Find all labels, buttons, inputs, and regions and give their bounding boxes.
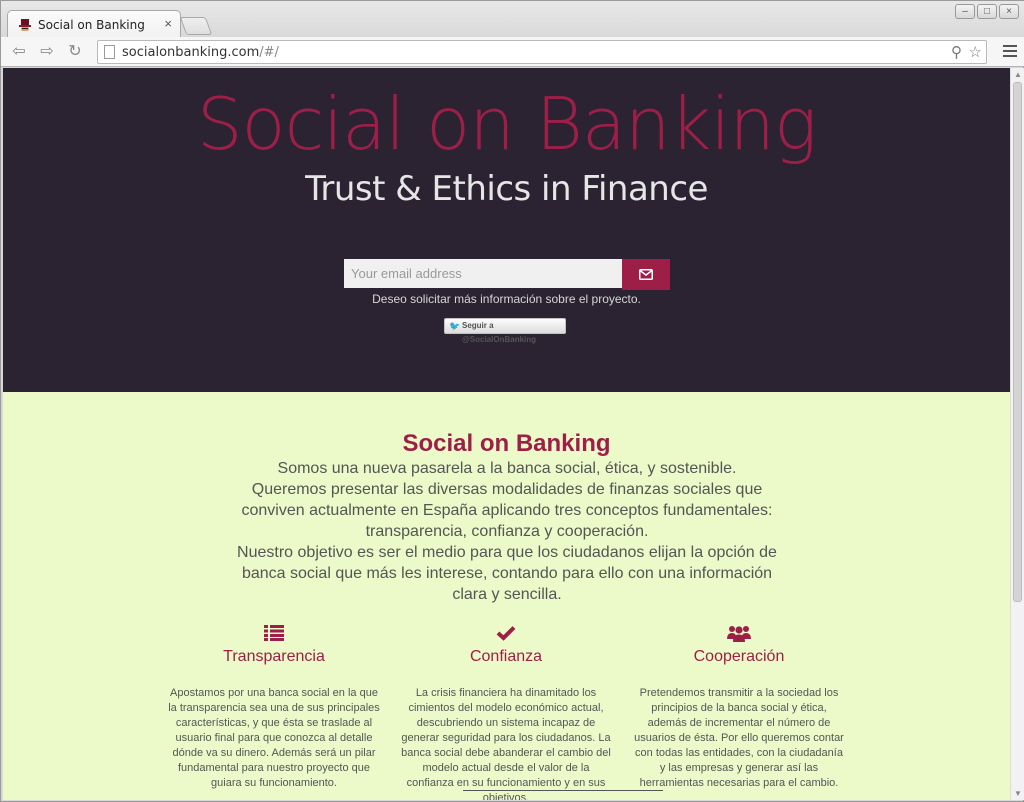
check-icon — [496, 626, 516, 641]
close-window-button[interactable]: × — [999, 4, 1019, 19]
browser-menu-icon[interactable] — [1003, 43, 1017, 61]
feature-text: Apostamos por una banca social en la que… — [168, 687, 380, 789]
list-icon — [264, 625, 284, 641]
email-input[interactable] — [344, 259, 622, 288]
twitter-follow-button[interactable]: 🐦 Seguir a @SocialOnBanking — [444, 318, 566, 344]
feature-text: Pretendemos transmitir a la sociedad los… — [634, 687, 844, 789]
about-line: Nuestro objetivo es ser el medio para qu… — [237, 544, 777, 603]
scroll-down-arrow-icon[interactable]: ▼ — [1014, 789, 1022, 798]
signup-form — [344, 259, 670, 290]
zoom-magnifier-icon[interactable]: ⚲ — [951, 43, 962, 61]
feature-transparencia: Transparencia Apostamos por una banca so… — [168, 624, 380, 791]
users-icon — [727, 626, 751, 642]
address-bar[interactable]: socialonbanking.com/#/ ⚲ ☆ — [97, 40, 987, 64]
reload-icon[interactable]: ↻ — [65, 42, 85, 62]
vertical-scrollbar[interactable]: ▲ ▼ — [1010, 68, 1024, 800]
footer-cutoff-divider — [463, 790, 663, 800]
feature-title: Cooperación — [693, 648, 785, 665]
feature-confianza: Confianza La crisis financiera ha dinami… — [400, 624, 612, 800]
hero-subtitle: Trust & Ethics in Finance — [305, 169, 708, 209]
browser-tab[interactable]: Social on Banking × — [7, 10, 181, 38]
about-line: Queremos presentar las diversas modalida… — [241, 481, 773, 540]
scrollbar-thumb[interactable] — [1013, 82, 1022, 602]
hero-section: Social on Banking Trust & Ethics in Fina… — [3, 68, 1010, 392]
tab-title: Social on Banking — [38, 18, 145, 32]
feature-title: Confianza — [469, 648, 543, 665]
bookmark-star-icon[interactable]: ☆ — [969, 43, 982, 61]
about-line: Somos una nueva pasarela a la banca soci… — [277, 460, 737, 477]
hero-title: Social on Banking — [196, 82, 817, 166]
twitter-follow-label: Seguir a @SocialOnBanking — [462, 321, 537, 344]
twitter-bird-icon: 🐦 — [449, 321, 461, 331]
window-controls: – □ × — [955, 4, 1019, 19]
page-viewport: Social on Banking Trust & Ethics in Fina… — [3, 68, 1010, 800]
title-bar: Social on Banking × – □ × — [1, 1, 1024, 38]
tab-close-icon[interactable]: × — [164, 16, 172, 31]
back-arrow-icon[interactable]: ⇦ — [9, 42, 29, 62]
signup-note: Deseo solicitar más información sobre el… — [372, 292, 641, 306]
submit-email-button[interactable] — [622, 259, 670, 290]
maximize-button[interactable]: □ — [977, 4, 997, 19]
about-section: Social on Banking Somos una nueva pasare… — [3, 392, 1010, 800]
browser-window: Social on Banking × – □ × ⇦ ⇨ ↻ socialon… — [0, 0, 1024, 802]
about-title: Social on Banking — [402, 430, 611, 457]
feature-title: Transparencia — [223, 648, 325, 665]
hat-favicon-icon — [19, 19, 31, 31]
page-icon — [104, 45, 115, 59]
envelope-icon — [639, 269, 653, 280]
about-text: Somos una nueva pasarela a la banca soci… — [225, 458, 789, 605]
minimize-button[interactable]: – — [955, 4, 975, 19]
browser-toolbar: ⇦ ⇨ ↻ socialonbanking.com/#/ ⚲ ☆ — [1, 37, 1024, 67]
url-text: socialonbanking.com/#/ — [122, 45, 279, 60]
scroll-up-arrow-icon[interactable]: ▲ — [1014, 70, 1022, 79]
new-tab-button[interactable] — [179, 17, 213, 35]
feature-text: La crisis financiera ha dinamitado los c… — [401, 687, 611, 800]
feature-cooperacion: Cooperación Pretendemos transmitir a la … — [633, 624, 845, 791]
forward-arrow-icon[interactable]: ⇨ — [37, 42, 57, 62]
